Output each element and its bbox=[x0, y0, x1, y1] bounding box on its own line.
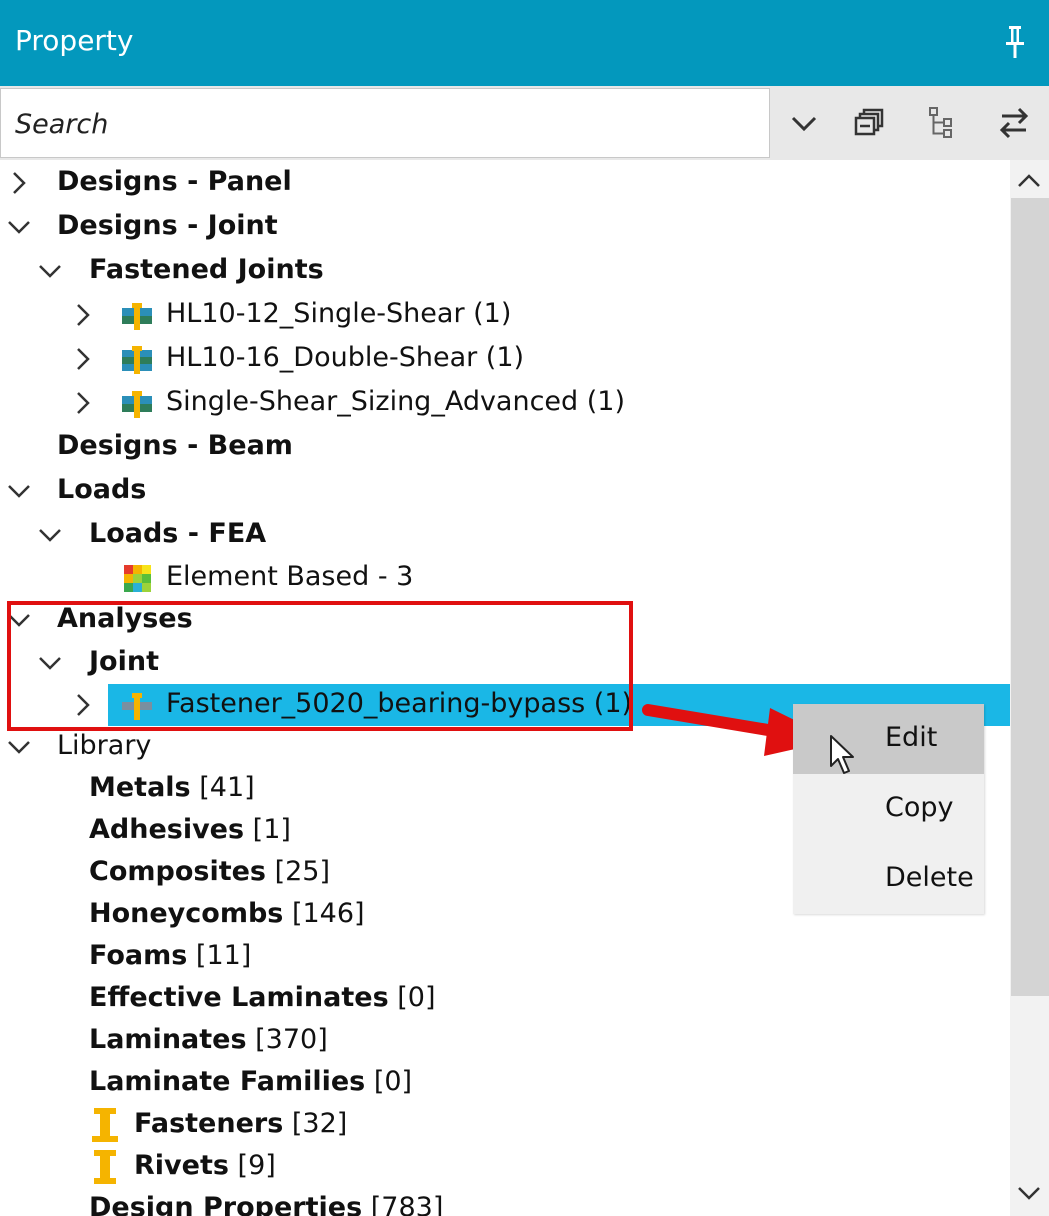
chevron-right-icon[interactable] bbox=[70, 388, 96, 418]
scrollbar-thumb[interactable] bbox=[1011, 198, 1049, 996]
chevron-right-icon[interactable] bbox=[70, 300, 96, 330]
library-item-name: Composites bbox=[89, 856, 266, 887]
library-item-name: Design Properties bbox=[89, 1192, 363, 1216]
library-item-laminates[interactable]: Laminates [370] bbox=[0, 1020, 1010, 1062]
tree-label: HL10-16_Double-Shear (1) bbox=[166, 342, 525, 373]
tree-node-joint-1[interactable]: HL10-12_Single-Shear (1) bbox=[0, 294, 1010, 336]
joint-icon bbox=[122, 303, 152, 330]
library-item-effective-laminates[interactable]: Effective Laminates [0] bbox=[0, 978, 1010, 1020]
library-item-count: [41] bbox=[199, 772, 255, 803]
chevron-down-icon[interactable] bbox=[6, 212, 32, 242]
library-item-count: [370] bbox=[255, 1024, 328, 1055]
library-item-count: [0] bbox=[397, 982, 436, 1013]
library-item-count: [32] bbox=[291, 1108, 348, 1139]
search-box[interactable] bbox=[0, 88, 770, 159]
joint-icon bbox=[122, 391, 152, 418]
tree-node-joint-3[interactable]: Single-Shear_Sizing_Advanced (1) bbox=[0, 382, 1010, 424]
chevron-down-icon[interactable] bbox=[6, 732, 32, 762]
tree-node-designs-joint[interactable]: Designs - Joint bbox=[0, 206, 1010, 248]
joint-icon bbox=[122, 346, 152, 374]
library-item-foams[interactable]: Foams [11] bbox=[0, 936, 1010, 978]
tree-node-loads[interactable]: Loads bbox=[0, 470, 1010, 512]
tree-node-designs-beam[interactable]: Designs - Beam bbox=[0, 426, 1010, 468]
library-item-design-properties[interactable]: Design Properties [783] bbox=[0, 1188, 1010, 1216]
library-item-name: Honeycombs bbox=[89, 898, 284, 929]
chevron-right-icon[interactable] bbox=[6, 168, 32, 198]
chevron-down-icon[interactable] bbox=[37, 256, 63, 286]
context-menu-copy[interactable]: Copy bbox=[793, 774, 984, 844]
tree-node-fastened-joints[interactable]: Fastened Joints bbox=[0, 250, 1010, 292]
tree-label: Designs - Joint bbox=[57, 210, 278, 241]
tree-node-joint-2[interactable]: HL10-16_Double-Shear (1) bbox=[0, 338, 1010, 380]
swap-icon[interactable] bbox=[992, 100, 1036, 146]
library-item-count: [9] bbox=[237, 1150, 276, 1181]
tree-label: Loads bbox=[57, 474, 147, 505]
tree-label: Designs - Panel bbox=[57, 166, 292, 197]
library-item-laminate-families[interactable]: Laminate Families [0] bbox=[0, 1062, 1010, 1104]
chevron-down-icon[interactable] bbox=[782, 100, 826, 146]
context-menu: Edit Copy Delete bbox=[793, 704, 984, 914]
library-item-name: Rivets bbox=[134, 1150, 229, 1181]
library-item-name: Effective Laminates bbox=[89, 982, 389, 1013]
tree-label: Element Based - 3 bbox=[166, 561, 414, 592]
tree-node-loads-fea[interactable]: Loads - FEA bbox=[0, 514, 1010, 556]
pin-icon[interactable] bbox=[1000, 22, 1030, 62]
panel-title: Property bbox=[15, 24, 134, 57]
tree-view-icon[interactable] bbox=[920, 100, 964, 146]
search-input[interactable] bbox=[13, 89, 757, 159]
tree-label: Library bbox=[57, 730, 152, 761]
library-item-count: [0] bbox=[373, 1066, 413, 1097]
menu-item-label: Copy bbox=[885, 792, 954, 823]
menu-item-label: Delete bbox=[885, 862, 974, 893]
panel-header: Property bbox=[0, 0, 1049, 86]
rivet-icon bbox=[94, 1150, 116, 1184]
scroll-down-icon[interactable] bbox=[1012, 1176, 1046, 1210]
scroll-up-icon[interactable] bbox=[1012, 164, 1046, 198]
library-item-name: Fasteners bbox=[134, 1108, 284, 1139]
library-item-count: [1] bbox=[252, 814, 291, 845]
library-item-name: Adhesives bbox=[89, 814, 245, 845]
tree-label: Single-Shear_Sizing_Advanced (1) bbox=[166, 386, 626, 417]
collapse-all-icon[interactable] bbox=[850, 100, 894, 146]
context-menu-edit[interactable]: Edit bbox=[793, 704, 984, 774]
menu-item-label: Edit bbox=[885, 722, 938, 753]
library-item-name: Laminate Families bbox=[89, 1066, 366, 1097]
library-item-fasteners[interactable]: Fasteners [32] bbox=[0, 1104, 1010, 1146]
library-item-rivets[interactable]: Rivets [9] bbox=[0, 1146, 1010, 1188]
library-item-count: [783] bbox=[370, 1192, 444, 1216]
tree-label: Fastened Joints bbox=[89, 254, 324, 285]
library-item-name: Laminates bbox=[89, 1024, 247, 1055]
annotation-highlight-box bbox=[7, 601, 633, 731]
tree-node-element-based[interactable]: Element Based - 3 bbox=[0, 557, 1010, 599]
tree-label: Loads - FEA bbox=[89, 518, 267, 549]
element-mesh-icon bbox=[124, 565, 151, 592]
fastener-icon bbox=[92, 1108, 118, 1142]
tree-label: Designs - Beam bbox=[57, 430, 293, 461]
tree-label: HL10-12_Single-Shear (1) bbox=[166, 298, 512, 329]
tree-node-designs-panel[interactable]: Designs - Panel bbox=[0, 162, 1010, 204]
library-item-name: Foams bbox=[89, 940, 188, 971]
context-menu-delete[interactable]: Delete bbox=[793, 844, 984, 914]
chevron-right-icon[interactable] bbox=[70, 344, 96, 374]
library-item-name: Metals bbox=[89, 772, 191, 803]
chevron-down-icon[interactable] bbox=[37, 520, 63, 550]
mouse-cursor-icon bbox=[830, 735, 854, 774]
library-item-count: [11] bbox=[195, 940, 252, 971]
library-item-count: [25] bbox=[274, 856, 331, 887]
library-item-count: [146] bbox=[291, 898, 365, 929]
chevron-down-icon[interactable] bbox=[6, 476, 32, 506]
